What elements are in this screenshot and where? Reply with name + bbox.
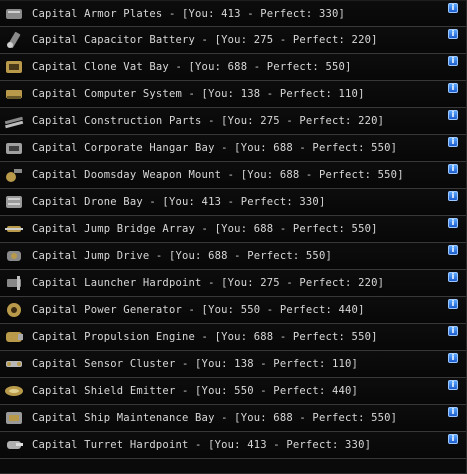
shield-emitter-icon	[3, 381, 25, 401]
list-item-label: Capital Sensor Cluster - [You: 138 - Per…	[32, 358, 359, 370]
list-item-label: Capital Armor Plates - [You: 413 - Perfe…	[32, 8, 346, 20]
info-icon[interactable]: i	[448, 299, 458, 309]
info-icon[interactable]: i	[448, 407, 458, 417]
list-item[interactable]: Capital Construction Parts - [You: 275 -…	[0, 108, 466, 135]
info-icon[interactable]: i	[448, 218, 458, 228]
sensor-cluster-icon	[3, 354, 25, 374]
list-item-label: Capital Jump Drive - [You: 688 - Perfect…	[32, 250, 332, 262]
list-item[interactable]: Capital Ship Maintenance Bay - [You: 688…	[0, 405, 466, 432]
info-icon[interactable]: i	[448, 191, 458, 201]
computer-system-icon	[3, 84, 25, 104]
info-icon[interactable]: i	[448, 164, 458, 174]
info-icon[interactable]: i	[448, 353, 458, 363]
list-item[interactable]: Capital Turret Hardpoint - [You: 413 - P…	[0, 432, 466, 459]
drone-bay-icon	[3, 192, 25, 212]
list-item[interactable]: Capital Jump Drive - [You: 688 - Perfect…	[0, 243, 466, 270]
turret-hardpoint-icon	[3, 435, 25, 455]
list-item[interactable]: Capital Computer System - [You: 138 - Pe…	[0, 81, 466, 108]
list-item-label: Capital Capacitor Battery - [You: 275 - …	[32, 34, 378, 46]
construction-parts-icon	[3, 111, 25, 131]
info-icon[interactable]: i	[448, 380, 458, 390]
launcher-hardpoint-icon	[3, 273, 25, 293]
list-item[interactable]: Capital Propulsion Engine - [You: 688 - …	[0, 324, 466, 351]
list-item-label: Capital Corporate Hangar Bay - [You: 688…	[32, 142, 398, 154]
components-list: Capital Armor Plates - [You: 413 - Perfe…	[0, 0, 466, 459]
list-item-label: Capital Launcher Hardpoint - [You: 275 -…	[32, 277, 385, 289]
list-item-label: Capital Turret Hardpoint - [You: 413 - P…	[32, 439, 372, 451]
list-item[interactable]: Capital Capacitor Battery - [You: 275 - …	[0, 27, 466, 54]
list-item[interactable]: Capital Launcher Hardpoint - [You: 275 -…	[0, 270, 466, 297]
list-item-label: Capital Construction Parts - [You: 275 -…	[32, 115, 385, 127]
list-item-label: Capital Drone Bay - [You: 413 - Perfect:…	[32, 196, 326, 208]
list-item-label: Capital Shield Emitter - [You: 550 - Per…	[32, 385, 359, 397]
power-generator-icon	[3, 300, 25, 320]
info-icon[interactable]: i	[448, 29, 458, 39]
list-item[interactable]: Capital Armor Plates - [You: 413 - Perfe…	[0, 0, 466, 27]
capacitor-battery-icon	[3, 30, 25, 50]
info-icon[interactable]: i	[448, 110, 458, 120]
armor-plates-icon	[3, 4, 25, 24]
info-icon[interactable]: i	[448, 137, 458, 147]
list-item[interactable]: Capital Power Generator - [You: 550 - Pe…	[0, 297, 466, 324]
info-icon[interactable]: i	[448, 326, 458, 336]
list-item[interactable]: Capital Shield Emitter - [You: 550 - Per…	[0, 378, 466, 405]
corporate-hangar-bay-icon	[3, 138, 25, 158]
jump-bridge-array-icon	[3, 219, 25, 239]
clone-vat-bay-icon	[3, 57, 25, 77]
info-icon[interactable]: i	[448, 83, 458, 93]
list-item-label: Capital Jump Bridge Array - [You: 688 - …	[32, 223, 378, 235]
propulsion-engine-icon	[3, 327, 25, 347]
doomsday-weapon-mount-icon	[3, 165, 25, 185]
list-item-label: Capital Computer System - [You: 138 - Pe…	[32, 88, 365, 100]
info-icon[interactable]: i	[448, 245, 458, 255]
info-icon[interactable]: i	[448, 434, 458, 444]
list-item-label: Capital Ship Maintenance Bay - [You: 688…	[32, 412, 398, 424]
info-icon[interactable]: i	[448, 56, 458, 66]
info-icon[interactable]: i	[448, 3, 458, 13]
list-item[interactable]: Capital Clone Vat Bay - [You: 688 - Perf…	[0, 54, 466, 81]
list-item-label: Capital Propulsion Engine - [You: 688 - …	[32, 331, 378, 343]
list-item[interactable]: Capital Doomsday Weapon Mount - [You: 68…	[0, 162, 466, 189]
list-item[interactable]: Capital Jump Bridge Array - [You: 688 - …	[0, 216, 466, 243]
ship-maintenance-bay-icon	[3, 408, 25, 428]
blueprint-components-panel: Capital Armor Plates - [You: 413 - Perfe…	[0, 0, 467, 474]
jump-drive-icon	[3, 246, 25, 266]
list-item[interactable]: Capital Drone Bay - [You: 413 - Perfect:…	[0, 189, 466, 216]
info-icon[interactable]: i	[448, 272, 458, 282]
list-item-label: Capital Doomsday Weapon Mount - [You: 68…	[32, 169, 404, 181]
list-item[interactable]: Capital Corporate Hangar Bay - [You: 688…	[0, 135, 466, 162]
list-item[interactable]: Capital Sensor Cluster - [You: 138 - Per…	[0, 351, 466, 378]
list-item-label: Capital Clone Vat Bay - [You: 688 - Perf…	[32, 61, 352, 73]
list-item-label: Capital Power Generator - [You: 550 - Pe…	[32, 304, 365, 316]
